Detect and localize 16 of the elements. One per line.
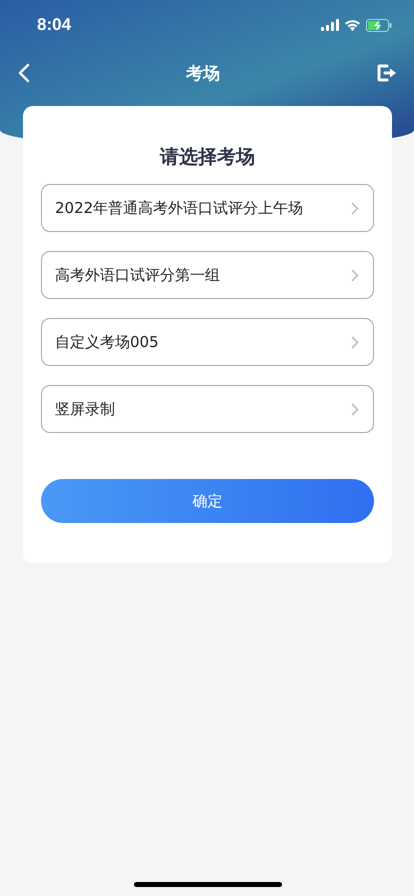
exam-room-option[interactable]: 竖屏录制: [41, 385, 374, 433]
page-title: 考场: [186, 62, 220, 84]
exam-room-option[interactable]: 高考外语口试评分第一组: [41, 251, 374, 299]
back-button[interactable]: [16, 61, 32, 85]
card-heading: 请选择考场: [158, 145, 256, 170]
chevron-right-icon: [351, 202, 359, 214]
battery-charging-icon: [366, 18, 392, 32]
chevron-right-icon: [351, 336, 359, 348]
confirm-button[interactable]: 确定: [41, 479, 374, 523]
wifi-icon: [344, 19, 361, 31]
chevron-right-icon: [351, 402, 359, 416]
exam-room-option[interactable]: 自定义考场005: [41, 318, 374, 366]
exam-room-option[interactable]: 2022年普通高考外语口试评分上午场: [41, 184, 374, 232]
status-time: 8:04: [37, 15, 72, 35]
chevron-right-icon: [351, 268, 359, 282]
signal-icon: [321, 19, 339, 31]
